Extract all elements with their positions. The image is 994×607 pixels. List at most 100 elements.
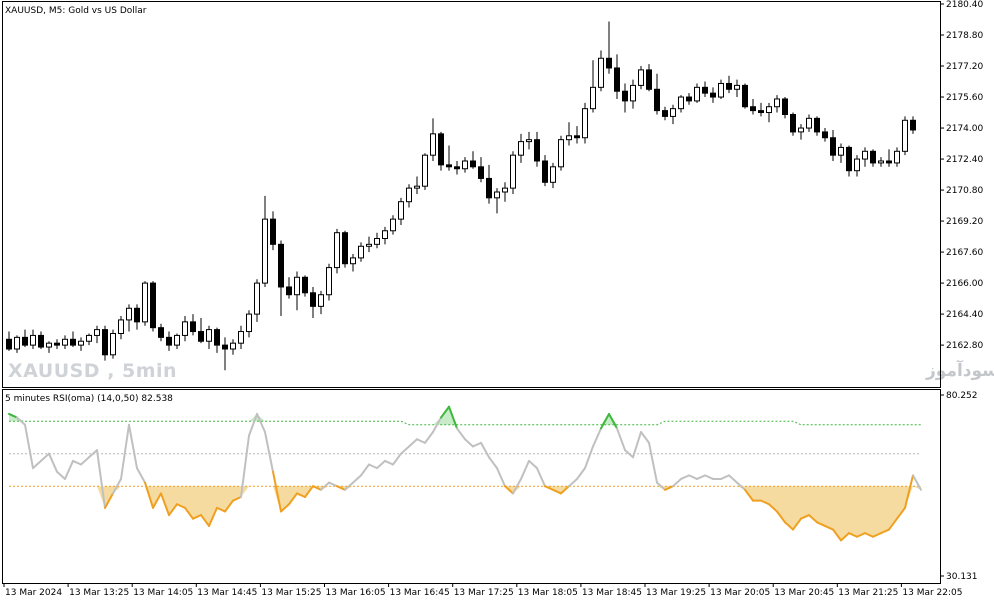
time-tick-label: 13 Mar 20:45 bbox=[774, 588, 834, 598]
candle-body-bull bbox=[718, 82, 724, 98]
candle-body-bull bbox=[414, 185, 420, 189]
rsi-oversold-fill bbox=[857, 486, 865, 537]
candle bbox=[326, 263, 332, 301]
candle-body-bull bbox=[550, 166, 556, 183]
candle-body-bull bbox=[142, 282, 148, 323]
candle-body-bear bbox=[534, 139, 540, 162]
rsi-oversold-fill bbox=[881, 486, 889, 534]
candle bbox=[438, 131, 444, 171]
candle-body-bull bbox=[862, 150, 868, 160]
candle-body-bear bbox=[286, 286, 292, 296]
rsi-oversold-fill bbox=[873, 486, 881, 537]
candle-body-bear bbox=[214, 329, 220, 346]
time-tick-label: 13 Mar 18:05 bbox=[518, 588, 578, 598]
candle-body-bull bbox=[174, 334, 180, 346]
candle-body-bear bbox=[54, 342, 60, 346]
candle bbox=[638, 66, 644, 90]
candle-body-bear bbox=[846, 146, 852, 172]
price-tick-label: 2174.00 bbox=[946, 124, 983, 134]
candle-body-bull bbox=[598, 57, 604, 88]
candle-body-bull bbox=[46, 342, 52, 348]
candle-body-bull bbox=[406, 187, 412, 203]
candle-body-bull bbox=[62, 338, 68, 346]
candle-body-bull bbox=[374, 238, 380, 245]
price-tick-label: 2170.80 bbox=[946, 186, 983, 196]
candle-body-bull bbox=[318, 294, 324, 307]
time-tick-label: 13 Mar 17:25 bbox=[454, 588, 514, 598]
candle-body-bull bbox=[766, 106, 772, 114]
candle-body-bear bbox=[782, 98, 788, 115]
candle-body-bear bbox=[646, 69, 652, 90]
candle-body-bear bbox=[486, 177, 492, 199]
candle-body-bear bbox=[654, 88, 660, 112]
candle-body-bull bbox=[734, 84, 740, 90]
candle-body-bull bbox=[182, 321, 188, 336]
candle-body-bull bbox=[902, 119, 908, 152]
candle-body-bull bbox=[526, 139, 532, 143]
candle-body-bull bbox=[894, 150, 900, 164]
candle bbox=[790, 112, 796, 136]
candle-body-bull bbox=[366, 243, 372, 247]
candle-body-bear bbox=[606, 57, 612, 69]
indicator-label: 5 minutes RSI(oma) (14,0,50) 82.538 bbox=[5, 394, 173, 404]
candle-body-bear bbox=[446, 164, 452, 168]
symbol-label: XAUUSD, M5: Gold vs US Dollar bbox=[5, 6, 147, 16]
price-tick-label: 2166.00 bbox=[946, 279, 983, 289]
candle-body-bear bbox=[830, 137, 836, 156]
candle-body-bull bbox=[230, 342, 236, 350]
candle-body-bull bbox=[582, 108, 588, 139]
price-tick-label: 2177.20 bbox=[946, 62, 983, 72]
rsi-oversold-fill bbox=[841, 486, 849, 541]
rsi-tick-label: 80.252 bbox=[946, 391, 978, 401]
candle-body-bull bbox=[566, 135, 572, 141]
candle-body-bear bbox=[134, 307, 140, 323]
rsi-oversold-fill bbox=[865, 486, 873, 537]
chart-root: XAUUSD , 5min انتشار در سایت سودآموز XAU… bbox=[0, 0, 994, 603]
candle-body-bear bbox=[814, 117, 820, 133]
candle-body-bear bbox=[470, 160, 476, 168]
candle-body-bull bbox=[462, 160, 468, 170]
candle-body-bear bbox=[726, 82, 732, 90]
candle-body-bull bbox=[430, 133, 436, 156]
time-tick-label: 13 Mar 19:25 bbox=[646, 588, 706, 598]
time-tick-label: 13 Mar 16:45 bbox=[390, 588, 450, 598]
candle-body-bull bbox=[118, 319, 124, 334]
rsi-oversold-fill bbox=[801, 486, 809, 519]
candle-body-bull bbox=[774, 98, 780, 108]
candle bbox=[334, 228, 340, 274]
candle-body-bear bbox=[662, 110, 668, 117]
candle-body-bull bbox=[78, 340, 84, 346]
candle-body-bull bbox=[350, 257, 356, 265]
candle-body-bear bbox=[70, 338, 76, 346]
candle-body-bull bbox=[110, 332, 116, 356]
candle-body-bear bbox=[750, 106, 756, 112]
candle-body-bull bbox=[14, 336, 20, 350]
time-tick-label: 13 Mar 22:05 bbox=[902, 588, 962, 598]
candle-body-bull bbox=[798, 127, 804, 133]
candle-body-bear bbox=[150, 282, 156, 329]
candle-body-bear bbox=[686, 96, 692, 102]
time-tick-label: 13 Mar 14:45 bbox=[197, 588, 257, 598]
candle-body-bear bbox=[454, 166, 460, 170]
rsi-oversold-fill bbox=[825, 486, 833, 530]
candle-body-bull bbox=[678, 96, 684, 110]
candle bbox=[558, 135, 564, 171]
time-tick-label: 13 Mar 14:05 bbox=[133, 588, 193, 598]
candle bbox=[110, 329, 116, 359]
watermark-symbol: XAUUSD , 5min bbox=[8, 360, 177, 382]
candle-body-bear bbox=[870, 150, 876, 164]
candle-body-bull bbox=[382, 230, 388, 240]
candle-body-bull bbox=[838, 146, 844, 156]
candle-body-bull bbox=[630, 84, 636, 102]
price-tick-label: 2175.60 bbox=[946, 93, 983, 103]
candle-body-bull bbox=[94, 329, 100, 336]
candle-body-bull bbox=[326, 267, 332, 296]
time-tick-label: 13 Mar 2024 bbox=[5, 588, 62, 598]
rsi-oversold-fill bbox=[849, 486, 857, 537]
candle-body-bear bbox=[270, 218, 276, 245]
chart-svg: XAUUSD , 5min انتشار در سایت سودآموز XAU… bbox=[0, 0, 994, 603]
candle-body-bull bbox=[638, 69, 644, 86]
price-tick-label: 2180.40 bbox=[946, 0, 983, 10]
price-tick-label: 2162.80 bbox=[946, 341, 983, 351]
candle-body-bull bbox=[510, 154, 516, 189]
